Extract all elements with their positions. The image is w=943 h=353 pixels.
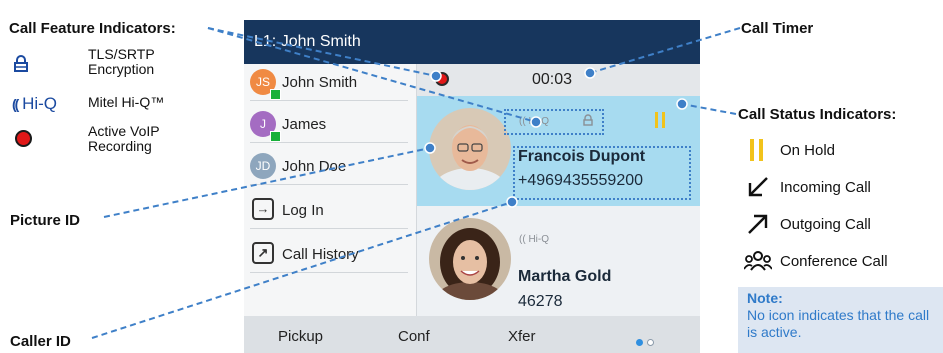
call-entry-martha-gold[interactable]: (( Hi-Q Martha Gold 46278	[417, 206, 700, 316]
status-item-outgoing: Outgoing Call	[744, 209, 934, 239]
caller-photo	[429, 108, 511, 190]
caller-id-label: Caller ID	[10, 333, 71, 350]
contact-name: James	[282, 116, 327, 133]
incoming-call-icon	[748, 177, 768, 197]
hold-icon	[655, 112, 666, 128]
contact-john-doe[interactable]: JD John Doe	[250, 148, 408, 185]
contacts-sidebar: JS John Smith J James JD John Doe → Log …	[244, 64, 417, 316]
login-label: Log In	[282, 202, 324, 219]
record-icon	[435, 72, 449, 86]
legend-item-recording: Active VoIP Recording	[10, 124, 220, 158]
legend-item-hiq: (( Hi-Q Mitel Hi-Q™	[10, 90, 220, 124]
call-timer: 00:03	[532, 71, 573, 88]
status-item-incoming: Incoming Call	[744, 172, 934, 202]
softkey-xfer[interactable]: Xfer	[508, 328, 536, 345]
legend-item-encryption: TLS/SRTP Encryption	[10, 47, 220, 81]
hiq-icon: (( Hi-Q	[519, 234, 550, 245]
status-item-conference: Conference Call	[744, 246, 934, 276]
page-dot	[647, 339, 654, 346]
contact-james[interactable]: J James	[250, 106, 408, 143]
status-item-on-hold: On Hold	[744, 135, 934, 165]
outgoing-call-icon	[748, 214, 768, 234]
call-history-label: Call History	[282, 246, 359, 263]
note-text: No icon indicates that the call is activ…	[747, 307, 930, 340]
avatar: JD	[250, 153, 276, 179]
hiq-icon: (( Hi-Q	[12, 94, 58, 113]
caller-photo	[429, 218, 511, 300]
hold-icon	[750, 139, 764, 161]
page-dot-active	[636, 339, 643, 346]
login-button[interactable]: → Log In	[250, 192, 408, 229]
record-icon	[15, 130, 32, 147]
feature-indicators-highlight	[504, 109, 604, 135]
status-label: Incoming Call	[780, 179, 871, 196]
status-label: Conference Call	[780, 253, 888, 270]
lock-icon	[14, 55, 28, 72]
hiq-mark-text: Hi-Q	[528, 234, 550, 245]
caller-name: Martha Gold	[518, 268, 612, 285]
presence-indicator	[270, 131, 281, 142]
page-indicator[interactable]	[636, 333, 658, 351]
picture-id-label: Picture ID	[10, 212, 81, 229]
call-timer-bar: 00:03	[417, 64, 700, 96]
call-status-indicators-title: Call Status Indicators:	[738, 106, 897, 123]
contact-name: John Doe	[282, 158, 347, 175]
call-history-icon: ↗	[252, 242, 274, 264]
status-label: On Hold	[780, 142, 836, 159]
legend-label-encryption: TLS/SRTP Encryption	[88, 46, 155, 77]
presence-indicator	[270, 89, 281, 100]
caller-number: 46278	[518, 293, 563, 310]
call-feature-indicators-title: Call Feature Indicators:	[9, 20, 176, 37]
softkey-pickup[interactable]: Pickup	[278, 328, 323, 345]
softkey-bar: Pickup Conf Xfer	[244, 316, 700, 353]
call-timer-label: Call Timer	[741, 20, 814, 37]
line-title: L1: John Smith	[254, 33, 361, 50]
caller-id-highlight	[513, 146, 691, 200]
contact-name: John Smith	[282, 74, 358, 91]
conference-call-icon	[744, 251, 772, 271]
status-label: Outgoing Call	[780, 216, 871, 233]
hiq-mark-text: Hi-Q	[22, 94, 58, 113]
contact-john-smith[interactable]: JS John Smith	[250, 64, 408, 101]
legend-label-recording: Active VoIP Recording	[88, 123, 160, 154]
login-icon: →	[252, 198, 274, 220]
softkey-conf[interactable]: Conf	[398, 328, 430, 345]
line-title-bar: L1: John Smith	[244, 20, 700, 64]
note-box: Note: No icon indicates that the call is…	[738, 287, 943, 353]
note-title: Note:	[747, 290, 783, 306]
legend-label-hiq: Mitel Hi-Q™	[88, 94, 165, 110]
call-history-button[interactable]: ↗ Call History	[250, 236, 408, 273]
